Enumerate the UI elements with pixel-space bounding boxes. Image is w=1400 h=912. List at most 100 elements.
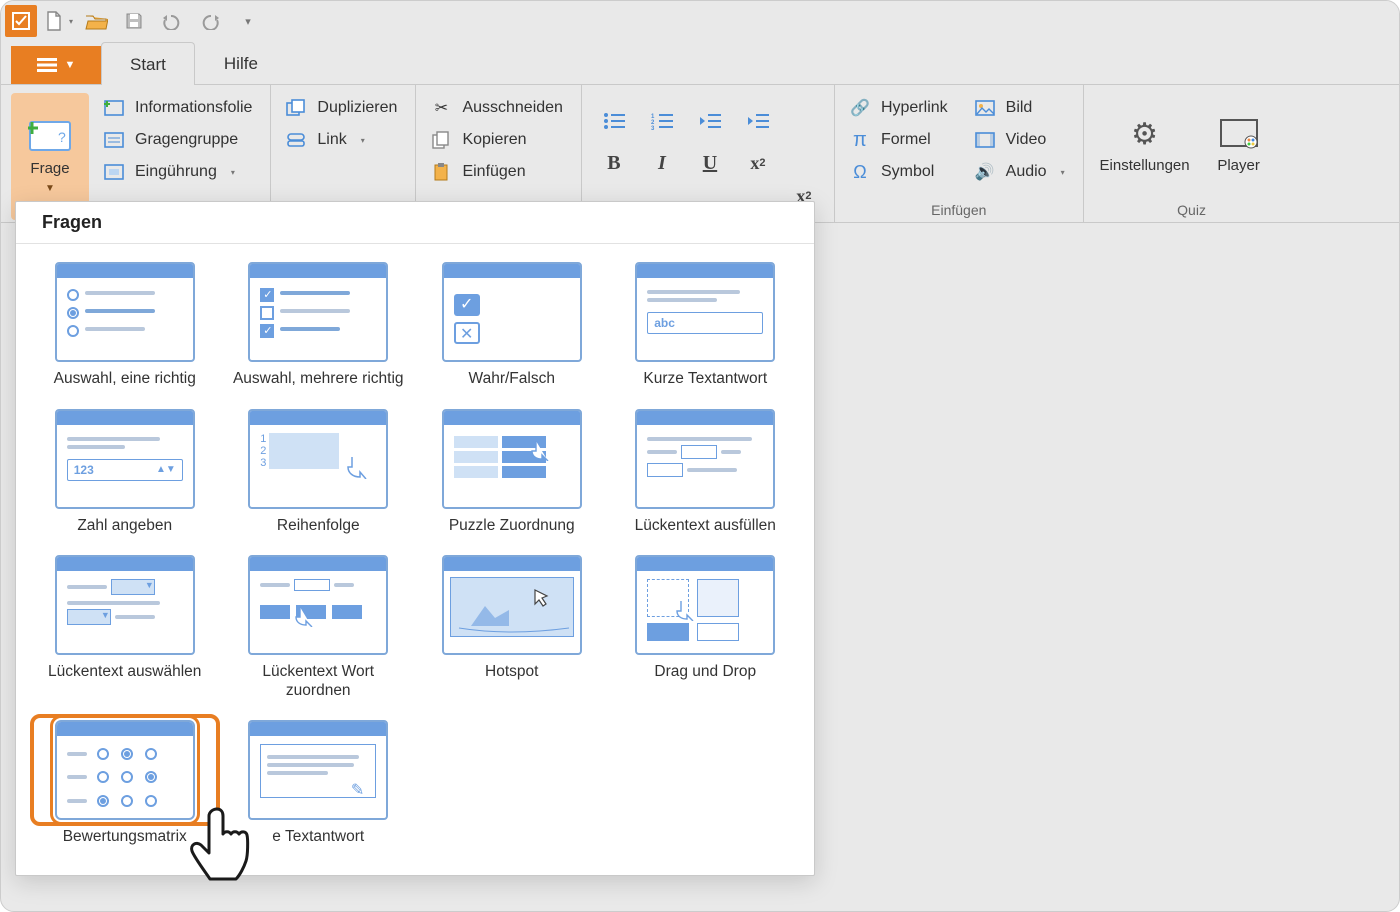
numbered-list-button[interactable]: 123 bbox=[642, 103, 682, 139]
hotspot-label: Hotspot bbox=[485, 663, 538, 682]
duplicate-icon bbox=[285, 99, 307, 117]
question-type-matching[interactable]: Puzzle Zuordnung bbox=[423, 409, 601, 536]
insert-video-button[interactable]: Video bbox=[970, 125, 1073, 155]
question-group-button[interactable]: Gragengruppe bbox=[99, 125, 260, 155]
likert-thumbnail bbox=[55, 720, 195, 820]
tab-help[interactable]: Hilfe bbox=[195, 41, 287, 84]
decrease-indent-button[interactable] bbox=[690, 103, 730, 139]
list-icon bbox=[37, 57, 57, 73]
question-type-word-bank[interactable]: Lückentext Wort zuordnen bbox=[230, 555, 408, 700]
player-button[interactable]: Player bbox=[1200, 93, 1278, 198]
intro-slide-button[interactable]: Eingührung ▾ bbox=[99, 157, 260, 187]
ribbon-tab-row: ▼ Start Hilfe bbox=[1, 41, 1399, 85]
word-bank-thumbnail bbox=[248, 555, 388, 655]
cut-button[interactable]: ✂ Ausschneiden bbox=[426, 93, 571, 123]
question-slide-icon: ? bbox=[28, 119, 72, 155]
numeric-label: Zahl angeben bbox=[77, 517, 172, 536]
cut-label: Ausschneiden bbox=[462, 99, 563, 117]
add-question-label: Frage bbox=[30, 161, 69, 178]
insert-group-label: Einfügen bbox=[845, 198, 1073, 220]
copy-icon bbox=[430, 131, 452, 149]
question-group-label: Gragengruppe bbox=[135, 131, 238, 149]
formula-button[interactable]: πFormel bbox=[845, 125, 956, 155]
file-menu-button[interactable]: ▼ bbox=[11, 46, 101, 84]
app-window: ▾ ▾ ▼ Start Hilfe ? bbox=[0, 0, 1400, 912]
paste-label: Einfügen bbox=[462, 163, 525, 181]
likert-label: Bewertungsmatrix bbox=[63, 828, 187, 847]
symbol-button[interactable]: ΩSymbol bbox=[845, 157, 956, 187]
subscript-button[interactable]: x2 bbox=[738, 145, 778, 181]
link-button[interactable]: Link ▾ bbox=[281, 125, 405, 155]
redo-button[interactable] bbox=[193, 6, 227, 36]
drag-drop-label: Drag und Drop bbox=[654, 663, 756, 682]
short-answer-label: Kurze Textantwort bbox=[643, 370, 767, 389]
drag-drop-thumbnail bbox=[635, 555, 775, 655]
question-type-fill-blank[interactable]: Lückentext ausfüllen bbox=[617, 409, 795, 536]
question-type-essay[interactable]: ✎ e Textantwort bbox=[230, 720, 408, 847]
duplicate-label: Duplizieren bbox=[317, 99, 397, 117]
question-type-select-blank[interactable]: ▼ ▼ Lückentext auswählen bbox=[36, 555, 214, 700]
question-type-multiple-choice[interactable]: Auswahl, mehrere richtig bbox=[230, 262, 408, 389]
single-choice-label: Auswahl, eine richtig bbox=[54, 370, 196, 389]
paste-button[interactable]: Einfügen bbox=[426, 157, 571, 187]
chevron-down-icon: ▾ bbox=[361, 136, 365, 145]
hotspot-thumbnail bbox=[442, 555, 582, 655]
group-icon bbox=[103, 132, 125, 148]
question-type-hotspot[interactable]: Hotspot bbox=[423, 555, 601, 700]
tab-start[interactable]: Start bbox=[101, 42, 195, 85]
scissors-icon: ✂ bbox=[430, 98, 452, 118]
true-false-label: Wahr/Falsch bbox=[469, 370, 555, 389]
settings-button[interactable]: ⚙ Einstellungen bbox=[1106, 93, 1184, 198]
player-icon bbox=[1217, 116, 1261, 152]
insert-image-button[interactable]: Bild bbox=[970, 93, 1073, 123]
question-type-drag-drop[interactable]: Drag und Drop bbox=[617, 555, 795, 700]
sequence-label: Reihenfolge bbox=[277, 517, 360, 536]
essay-label: e Textantwort bbox=[272, 828, 364, 847]
select-blank-thumbnail: ▼ ▼ bbox=[55, 555, 195, 655]
chevron-down-icon: ▾ bbox=[231, 168, 235, 177]
link-icon bbox=[285, 132, 307, 148]
app-icon bbox=[5, 5, 37, 37]
bullet-list-button[interactable] bbox=[594, 103, 634, 139]
question-type-likert[interactable]: Bewertungsmatrix bbox=[36, 720, 214, 847]
info-slide-button[interactable]: Informationsfolie bbox=[99, 93, 260, 123]
quiz-group-label: Quiz bbox=[1094, 198, 1290, 220]
essay-thumbnail: ✎ bbox=[248, 720, 388, 820]
undo-button[interactable] bbox=[155, 6, 189, 36]
fill-blank-label: Lückentext ausfüllen bbox=[635, 517, 776, 536]
clipboard-icon bbox=[430, 162, 452, 182]
link-label: Link bbox=[317, 131, 346, 149]
quick-access-toolbar: ▾ ▾ bbox=[1, 1, 1399, 41]
question-type-true-false[interactable]: ✓ ✕Wahr/Falsch bbox=[423, 262, 601, 389]
intro-slide-label: Eingührung bbox=[135, 163, 217, 181]
save-button[interactable] bbox=[117, 6, 151, 36]
video-icon bbox=[974, 132, 996, 148]
question-type-sequence[interactable]: 1 2 3 Reihenfolge bbox=[230, 409, 408, 536]
select-blank-label: Lückentext auswählen bbox=[48, 663, 201, 682]
open-file-button[interactable] bbox=[79, 6, 113, 36]
omega-icon: Ω bbox=[849, 162, 871, 183]
gear-icon: ⚙ bbox=[1123, 116, 1167, 152]
question-type-single-choice[interactable]: Auswahl, eine richtig bbox=[36, 262, 214, 389]
sequence-thumbnail: 1 2 3 bbox=[248, 409, 388, 509]
insert-audio-button[interactable]: 🔊Audio▾ bbox=[970, 157, 1073, 187]
new-file-button[interactable]: ▾ bbox=[41, 6, 75, 36]
audio-icon: 🔊 bbox=[974, 162, 996, 182]
matching-label: Puzzle Zuordnung bbox=[449, 517, 575, 536]
word-bank-label: Lückentext Wort zuordnen bbox=[230, 663, 408, 700]
info-slide-label: Informationsfolie bbox=[135, 99, 252, 117]
svg-text:3: 3 bbox=[651, 126, 655, 130]
bold-button[interactable]: B bbox=[594, 145, 634, 181]
image-icon bbox=[974, 100, 996, 116]
hyperlink-button[interactable]: 🔗Hyperlink bbox=[845, 93, 956, 123]
copy-button[interactable]: Kopieren bbox=[426, 125, 571, 155]
underline-button[interactable]: U bbox=[690, 145, 730, 181]
question-type-short-answer[interactable]: abcKurze Textantwort bbox=[617, 262, 795, 389]
multiple-choice-label: Auswahl, mehrere richtig bbox=[233, 370, 404, 389]
question-type-numeric[interactable]: 123▲▼Zahl angeben bbox=[36, 409, 214, 536]
increase-indent-button[interactable] bbox=[738, 103, 778, 139]
duplicate-button[interactable]: Duplizieren bbox=[281, 93, 405, 123]
chevron-down-icon: ▾ bbox=[1061, 168, 1065, 177]
customize-qat-button[interactable]: ▾ bbox=[231, 6, 265, 36]
italic-button[interactable]: I bbox=[642, 145, 682, 181]
